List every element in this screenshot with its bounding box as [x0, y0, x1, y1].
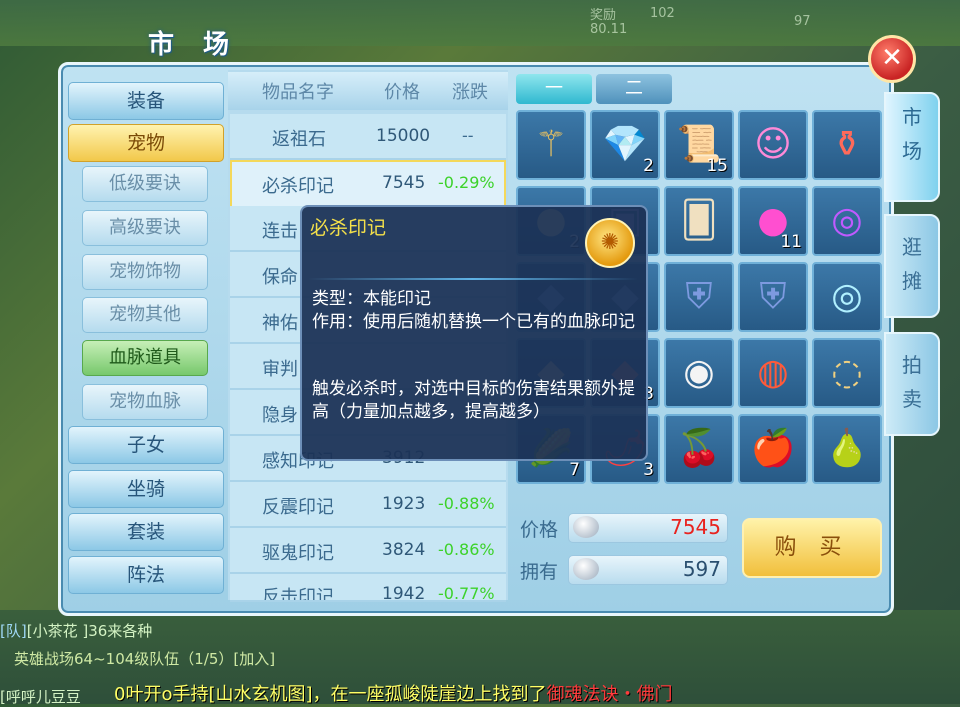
tooltip-title: 必杀印记	[310, 217, 387, 239]
buy-button[interactable]: 购 买	[742, 518, 882, 578]
stack-count: 7	[569, 460, 580, 480]
subcategory-pet-ornament[interactable]: 宠物饰物	[82, 254, 208, 290]
chat-line[interactable]: [队][小茶花 ]36来各种	[0, 620, 152, 641]
stack-count: 15	[706, 156, 728, 176]
stack-count: 11	[780, 232, 802, 252]
stack-count: 3	[643, 460, 654, 480]
scepter-icon: ⚚	[534, 124, 568, 165]
subcategory-high-skill[interactable]: 高级要诀	[82, 210, 208, 246]
tooltip-effect: 作用：使用后随机替换一个已有的血脉印记	[312, 312, 635, 332]
inventory-slot[interactable]: 🍐	[812, 414, 882, 484]
price-value: 7545	[670, 515, 721, 539]
inventory-slot[interactable]: ☺	[738, 110, 808, 180]
inventory-slot[interactable]: ⛨	[738, 262, 808, 332]
pizza-icon: ◍	[757, 352, 789, 393]
price-field: 7545	[568, 513, 728, 543]
window-title: 市 场	[148, 30, 240, 60]
inventory-slot[interactable]: ◎	[812, 262, 882, 332]
side-tab-auction[interactable]: 拍 卖	[884, 332, 940, 436]
hud-reward-label: 奖励	[590, 8, 617, 23]
close-button[interactable]: ✕	[868, 35, 916, 83]
list-row-selected[interactable]: 必杀印记 7545 -0.29%	[230, 160, 506, 208]
teapot-icon: ⚱	[831, 124, 863, 165]
category-formation[interactable]: 阵法	[68, 556, 224, 594]
inventory-slot[interactable]: ⛨	[664, 262, 734, 332]
cherries-icon: 🍒	[676, 428, 722, 469]
system-broadcast: 0叶开o手持[山水玄机图]，在一座孤峻陡崖边上找到了御魂法诀・佛门	[114, 684, 673, 705]
inventory-slot[interactable]: 🂠	[664, 186, 734, 256]
category-set[interactable]: 套装	[68, 513, 224, 551]
price-label: 价格	[520, 519, 559, 541]
necklace-icon: ◎	[831, 200, 863, 241]
stack-count: 2	[643, 156, 654, 176]
inventory-slot[interactable]: ◎	[812, 186, 882, 256]
silver-coin-icon	[573, 558, 599, 580]
chat-line[interactable]: 英雄战场64~104级队伍（1/5）[加入]	[14, 648, 275, 669]
hud-level-b: 97	[794, 14, 811, 29]
silver-coin-icon	[573, 516, 599, 538]
side-tab-market[interactable]: 市 场	[884, 92, 940, 202]
inventory-slot[interactable]: ⚚	[516, 110, 586, 180]
subcategory-pet-bloodline[interactable]: 宠物血脉	[82, 384, 208, 420]
side-tab-stalls[interactable]: 逛 摊	[884, 214, 940, 318]
dish-icon: ◌	[831, 352, 863, 393]
owned-field: 597	[568, 555, 728, 585]
category-pet[interactable]: 宠物	[68, 124, 224, 162]
list-row[interactable]: 返祖石 15000 --	[230, 114, 506, 160]
subcategory-low-skill[interactable]: 低级要诀	[82, 166, 208, 202]
hud-level-a: 102	[650, 6, 675, 21]
spiral-coin-icon: ✺	[585, 218, 635, 268]
category-equipment[interactable]: 装备	[68, 82, 224, 120]
necklace-icon: ◎	[831, 276, 863, 317]
inventory-slot[interactable]: ◉	[664, 338, 734, 408]
owned-label: 拥有	[520, 561, 559, 583]
rice-dumplings-icon: ◉	[683, 352, 715, 393]
inventory-slot[interactable]: 🍒	[664, 414, 734, 484]
inventory-slot[interactable]: ⚱	[812, 110, 882, 180]
header-name: 物品名字	[262, 82, 334, 103]
hud-reward-value: 80.11	[590, 22, 628, 37]
subcategory-bloodline-item[interactable]: 血脉道具	[82, 340, 208, 376]
tooltip-divider	[308, 278, 638, 280]
header-change: 涨跌	[452, 82, 488, 103]
subcategory-pet-other[interactable]: 宠物其他	[82, 297, 208, 333]
header-price: 价格	[384, 82, 420, 103]
warrior-portrait-icon: ☺	[754, 124, 792, 165]
tooltip-type: 类型：本能印记	[312, 289, 431, 309]
game-hud-top	[0, 0, 960, 46]
inventory-slot[interactable]: 🍎	[738, 414, 808, 484]
list-row[interactable]: 驱鬼印记 3824 -0.86%	[230, 528, 506, 574]
category-mount[interactable]: 坐骑	[68, 470, 224, 508]
list-row[interactable]: 反震印记 1923 -0.88%	[230, 482, 506, 528]
owned-value: 597	[682, 557, 721, 581]
inventory-slot[interactable]: ◌	[812, 338, 882, 408]
card-icon: 🂠	[680, 200, 718, 241]
page-tab-1[interactable]: 一	[516, 74, 592, 104]
inventory-slot[interactable]: ● 11	[738, 186, 808, 256]
armor-icon: ⛨	[759, 276, 787, 317]
page-tab-2[interactable]: 二	[596, 74, 672, 104]
armor-icon: ⛨	[685, 276, 713, 317]
inventory-slot[interactable]: 📜 15	[664, 110, 734, 180]
pears-icon: 🍐	[824, 428, 870, 469]
inventory-slot[interactable]: 💎 2	[590, 110, 660, 180]
category-children[interactable]: 子女	[68, 426, 224, 464]
list-row[interactable]: 反击印记 1942 -0.77%	[230, 574, 506, 602]
inventory-slot[interactable]: ◍	[738, 338, 808, 408]
tooltip-description: 触发必杀时，对选中目标的伤害结果额外提高（力量加点越多，提高越多）	[312, 379, 635, 422]
apple-icon: 🍎	[750, 428, 796, 469]
